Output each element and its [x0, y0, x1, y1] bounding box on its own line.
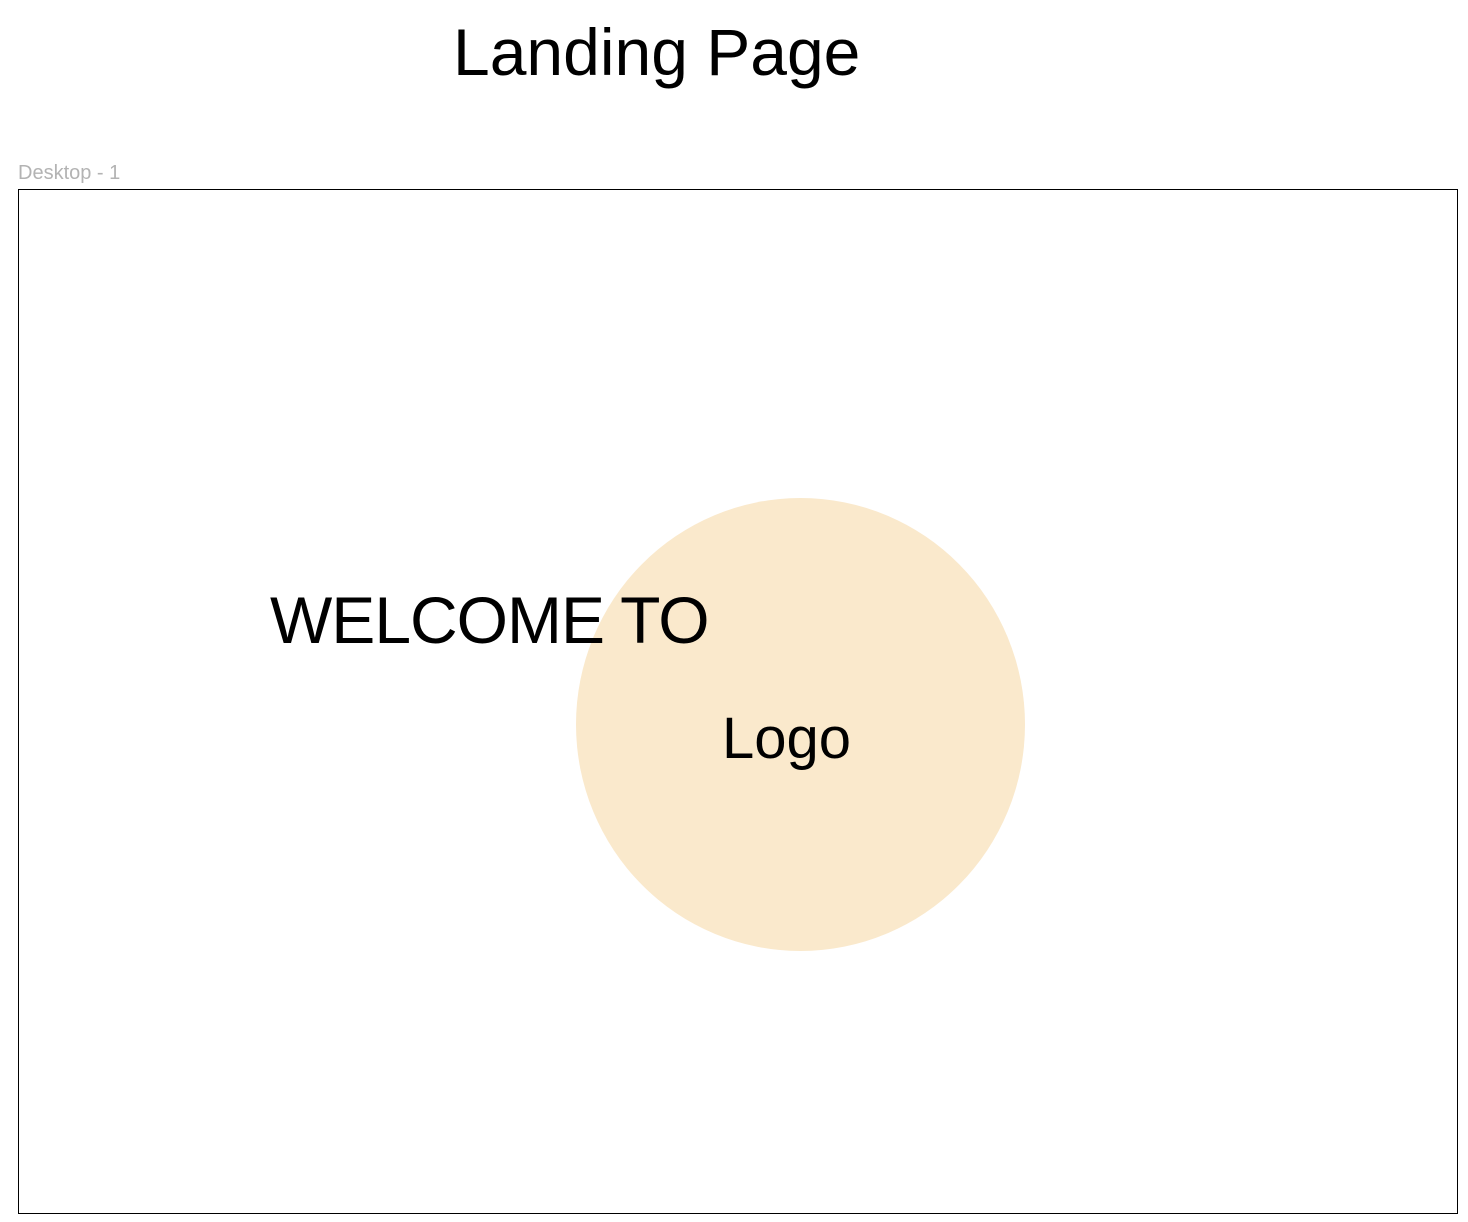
- logo-text: Logo: [722, 706, 852, 771]
- desktop-frame[interactable]: WELCOME TO Logo: [18, 189, 1458, 1214]
- welcome-heading: WELCOME TO: [270, 583, 710, 657]
- page-title: Landing Page: [453, 15, 861, 89]
- frame-label[interactable]: Desktop - 1: [18, 161, 120, 185]
